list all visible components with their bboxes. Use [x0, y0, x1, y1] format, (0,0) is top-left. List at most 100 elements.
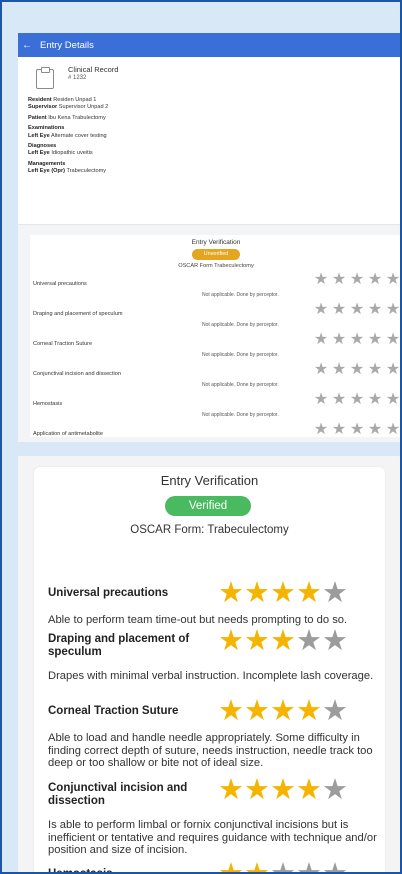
star-icon[interactable]: ★: [384, 362, 402, 378]
star-icon[interactable]: ★: [218, 579, 244, 608]
star-icon[interactable]: ★: [218, 776, 244, 805]
rating-item: Draping and placement of speculum ★ ★ ★ ★ ★ Dr…: [48, 627, 378, 683]
rating-item: Corneal Traction Suture ★ ★ ★ ★ ★ Able to load…: [48, 697, 378, 770]
verification-title: Entry Verification: [191, 239, 241, 246]
star-icon[interactable]: ★: [296, 776, 322, 805]
rating-label: Hemostasis: [33, 401, 63, 407]
rating-label: Conjunctival incision and dissection: [48, 782, 188, 807]
rating-label: Conjunctival incision and dissection: [33, 371, 121, 377]
supervisor-line: Supervisor Supervisor Unpad 2: [28, 104, 109, 111]
star-icon[interactable]: ★: [312, 302, 330, 318]
star-icon[interactable]: ★: [366, 362, 384, 378]
star-icon[interactable]: ★: [330, 272, 348, 288]
star-icon[interactable]: ★: [270, 697, 296, 726]
star-icon[interactable]: ★: [384, 392, 402, 408]
star-icon[interactable]: ★: [312, 392, 330, 408]
star-icon[interactable]: ★: [244, 697, 270, 726]
star-icon[interactable]: ★: [322, 627, 348, 656]
star-rating[interactable]: ★ ★ ★ ★ ★: [312, 272, 402, 288]
rating-label: Hemostasis: [48, 868, 113, 874]
rating-label: Corneal Traction Suture: [33, 341, 93, 347]
star-icon[interactable]: ★: [322, 776, 348, 805]
star-icon[interactable]: ★: [348, 272, 366, 288]
star-icon[interactable]: ★: [348, 422, 366, 438]
star-rating[interactable]: ★ ★ ★ ★ ★: [218, 776, 348, 805]
top-strip: [0, 0, 402, 13]
rating-row: Draping and placement of speculum ★ ★ ★ ★ ★ No…: [30, 302, 402, 335]
rating-row: Corneal Traction Suture ★ ★ ★ ★ ★ Not applicab…: [30, 332, 402, 365]
star-rating[interactable]: ★ ★ ★ ★ ★: [312, 392, 402, 408]
star-icon[interactable]: ★: [366, 392, 384, 408]
rating-label: Corneal Traction Suture: [48, 705, 179, 717]
star-icon[interactable]: ★: [348, 332, 366, 348]
rating-note: Not applicable. Done by perceptor.: [202, 412, 279, 418]
star-icon[interactable]: ★: [218, 860, 244, 874]
clipboard-icon: [36, 67, 54, 89]
star-icon[interactable]: ★: [384, 272, 402, 288]
star-icon[interactable]: ★: [244, 627, 270, 656]
clinical-record-card: Clinical Record # 1232 Resident Residen …: [18, 57, 402, 225]
star-icon[interactable]: ★: [384, 302, 402, 318]
rating-row: Hemostasis ★ ★ ★ ★ ★ Not applicable. Done by p…: [30, 392, 402, 425]
star-icon[interactable]: ★: [330, 302, 348, 318]
form-name: OSCAR Form Trabeculectomy: [178, 263, 254, 269]
star-icon[interactable]: ★: [366, 332, 384, 348]
rating-note: Not applicable. Done by perceptor.: [202, 352, 279, 358]
rating-description: Able to load and handle needle appropria…: [48, 732, 373, 769]
star-rating[interactable]: ★ ★ ★ ★ ★: [312, 362, 402, 378]
star-icon[interactable]: ★: [296, 627, 322, 656]
verification-card: Entry Verification Verified OSCAR Form: …: [34, 467, 385, 874]
entry-details-screen: ← Entry Details Clinical Record # 1232 R…: [18, 33, 402, 442]
star-rating[interactable]: ★ ★ ★ ★ ★: [218, 579, 348, 608]
star-icon[interactable]: ★: [296, 697, 322, 726]
rating-row: Universal precautions ★ ★ ★ ★ ★ Not applicable…: [30, 272, 402, 305]
star-rating[interactable]: ★ ★ ★ ★ ★: [218, 697, 348, 726]
star-icon[interactable]: ★: [296, 860, 322, 874]
star-rating[interactable]: ★ ★ ★ ★ ★: [312, 302, 402, 318]
rating-row: Conjunctival incision and dissection ★ ★ ★ ★…: [30, 362, 402, 395]
star-icon[interactable]: ★: [366, 272, 384, 288]
star-icon[interactable]: ★: [384, 332, 402, 348]
star-rating[interactable]: ★ ★ ★ ★ ★: [312, 332, 402, 348]
star-icon[interactable]: ★: [312, 272, 330, 288]
star-icon[interactable]: ★: [348, 302, 366, 318]
star-icon[interactable]: ★: [270, 627, 296, 656]
rating-item: Hemostasis ★ ★ ★ ★ ★: [48, 860, 378, 874]
star-icon[interactable]: ★: [384, 422, 402, 438]
star-icon[interactable]: ★: [366, 302, 384, 318]
star-icon[interactable]: ★: [312, 362, 330, 378]
rating-description: Drapes with minimal verbal instruction. …: [48, 670, 374, 682]
star-icon[interactable]: ★: [322, 697, 348, 726]
examinations-block: Examinations Left Eye Alternate cover te…: [28, 125, 107, 139]
star-rating[interactable]: ★ ★ ★ ★ ★: [218, 860, 348, 874]
rating-item: Universal precautions ★ ★ ★ ★ ★ Able to perfor…: [48, 579, 378, 627]
star-icon[interactable]: ★: [348, 362, 366, 378]
star-icon[interactable]: ★: [296, 579, 322, 608]
star-icon[interactable]: ★: [312, 332, 330, 348]
star-icon[interactable]: ★: [322, 860, 348, 874]
star-icon[interactable]: ★: [244, 579, 270, 608]
star-icon[interactable]: ★: [270, 860, 296, 874]
star-icon[interactable]: ★: [330, 392, 348, 408]
star-icon[interactable]: ★: [330, 422, 348, 438]
record-title: Clinical Record: [68, 65, 119, 74]
arrow-left-icon[interactable]: ←: [22, 40, 36, 51]
star-icon[interactable]: ★: [366, 422, 384, 438]
star-icon[interactable]: ★: [322, 579, 348, 608]
star-icon[interactable]: ★: [330, 332, 348, 348]
star-icon[interactable]: ★: [218, 697, 244, 726]
entry-verification-zoom: Entry Verification Verified OSCAR Form: …: [18, 456, 402, 874]
star-icon[interactable]: ★: [218, 627, 244, 656]
star-icon[interactable]: ★: [330, 362, 348, 378]
star-icon[interactable]: ★: [270, 579, 296, 608]
star-icon[interactable]: ★: [244, 860, 270, 874]
diagnoses-block: Diagnoses Left Eye Idiopathic uveitis: [28, 143, 93, 157]
star-rating[interactable]: ★ ★ ★ ★ ★: [312, 422, 402, 438]
managements-block: Managements Left Eye (Opr) Trabeculectom…: [28, 160, 107, 175]
star-icon[interactable]: ★: [348, 392, 366, 408]
star-rating[interactable]: ★ ★ ★ ★ ★: [218, 627, 348, 656]
star-icon[interactable]: ★: [270, 776, 296, 805]
star-icon[interactable]: ★: [244, 776, 270, 805]
rating-label: Draping and placement of speculum: [48, 633, 190, 658]
star-icon[interactable]: ★: [312, 422, 330, 438]
